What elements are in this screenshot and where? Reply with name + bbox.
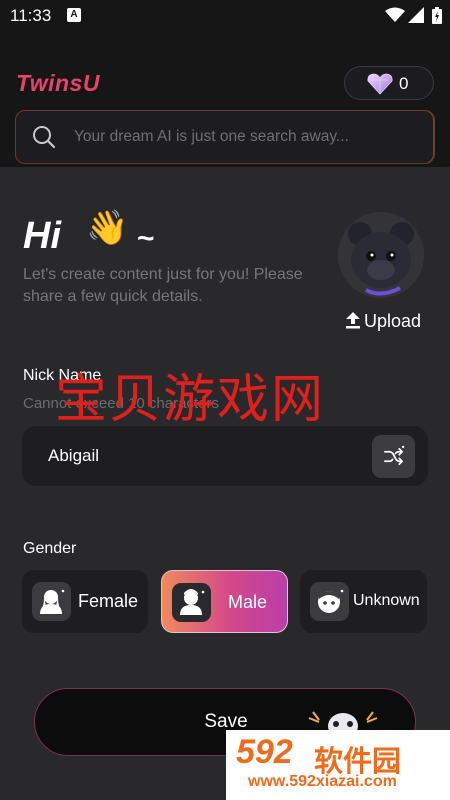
watermark-site-banner: 592 软件园 www.592xiazai.com: [226, 730, 450, 800]
gender-unknown-label: Unknown: [353, 592, 420, 609]
app-logo: TwinsU: [16, 70, 100, 96]
greeting-intro: Let's create content just for you! Pleas…: [23, 266, 303, 305]
upload-label: Upload: [364, 311, 422, 331]
shuffle-icon: [384, 445, 405, 466]
search-placeholder: Your dream AI is just one search away...: [74, 128, 349, 145]
gender-female-label: Female: [78, 591, 139, 611]
cell-signal-icon: [408, 7, 424, 28]
coin-balance-button[interactable]: 0: [344, 66, 434, 100]
nick-name-value: Abigail: [48, 446, 100, 465]
upload-button[interactable]: Upload: [345, 309, 421, 332]
gender-male-label: Male: [228, 592, 268, 612]
status-time: 11:33: [10, 6, 52, 25]
gender-label: Gender: [23, 540, 77, 557]
search-icon: [32, 125, 56, 154]
watermark-site-number: 592: [236, 733, 293, 771]
notification-icon: A: [67, 8, 81, 22]
upload-icon: [346, 312, 360, 329]
diamond-heart-icon: [367, 73, 393, 100]
search-bar[interactable]: Your dream AI is just one search away...: [15, 110, 435, 164]
male-icon: [172, 583, 211, 622]
gender-option-female[interactable]: Female: [22, 570, 148, 633]
battery-icon: [432, 7, 442, 29]
watermark-cn-text: 宝贝游戏网: [55, 370, 326, 430]
bear-avatar-icon: [338, 212, 424, 298]
coin-count: 0: [399, 74, 409, 93]
unknown-gender-icon: [310, 582, 349, 621]
avatar[interactable]: [338, 212, 424, 298]
female-icon: [32, 582, 71, 621]
gender-option-unknown[interactable]: Unknown: [300, 570, 427, 633]
gender-option-male[interactable]: Male: [161, 570, 288, 633]
wifi-icon: [385, 7, 405, 28]
greeting-title: Hi: [23, 215, 61, 257]
status-bar: 11:33 A: [0, 0, 450, 32]
nick-name-input[interactable]: Abigail: [22, 426, 428, 486]
waving-hand-icon: 👋: [86, 209, 129, 247]
greeting-tilde: ~: [137, 222, 155, 255]
watermark-site-url: www.592xiazai.com: [248, 773, 397, 790]
random-name-button[interactable]: [372, 435, 415, 478]
